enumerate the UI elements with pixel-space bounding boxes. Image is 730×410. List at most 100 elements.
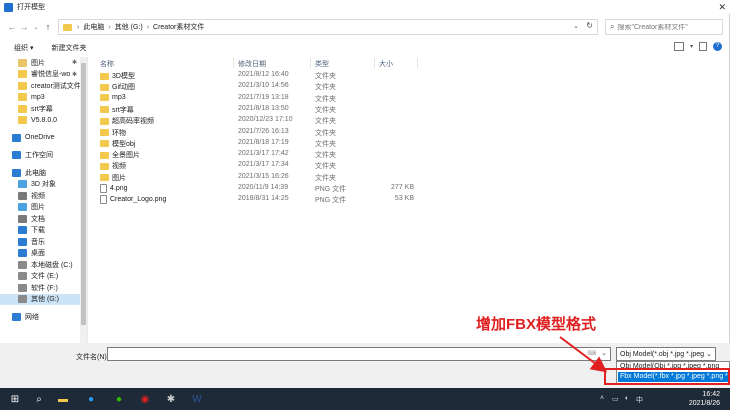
nav-item[interactable]: 音乐 [0,236,87,248]
new-folder-button[interactable]: 新建文件夹 [51,43,86,53]
file-explorer-icon[interactable]: ▬ [56,392,70,406]
search-input[interactable] [617,23,713,31]
column-type[interactable]: 类型 [315,59,329,69]
tray-chevron-icon[interactable]: ˄ [600,395,604,402]
file-row[interactable]: mp3 2021/7/19 13:18 文件夹 [90,93,730,104]
record-icon[interactable]: ◉ [138,392,152,406]
wechat-icon[interactable]: ● [112,392,126,406]
nav-item[interactable]: 工作空间 [0,150,87,162]
view-dropdown-icon[interactable]: ▾ [690,43,693,50]
column-name[interactable]: 名称 [100,59,114,69]
address-bar[interactable]: › 此电脑 › 其他 (G:) › Creator素材文件 ⌄ ↻ [58,19,598,35]
nav-item-label: srt字幕 [31,105,53,113]
nav-item[interactable]: srt字幕 [0,103,87,115]
search-icon[interactable]: ⌕ [32,392,46,406]
file-name: mp3 [112,93,126,101]
nav-item[interactable]: 软件 (F:) [0,282,87,294]
search-icon: ⌕ [610,22,615,31]
up-arrow-icon[interactable]: ↑ [42,22,54,32]
file-row[interactable]: 环物 2021/7/26 16:13 文件夹 [90,127,730,138]
navigation-pane: 图片 ✱ 睿悦信息-wo ✱ creator测试文件 mp3 srt字幕 V5.8.0.0 On… [0,57,88,343]
nav-item-label: 图片 [31,204,45,212]
word-icon[interactable]: W [190,392,204,406]
nav-item-label: 此电脑 [25,169,46,177]
nav-item[interactable]: 3D 对象 [0,179,87,191]
nav-item[interactable]: V5.8.0.0 [0,115,87,127]
file-row[interactable]: Creator_Logo.png 2018/8/31 14:25 PNG 文件 53 … [90,194,730,205]
nav-item[interactable]: 其他 (G:) [0,293,87,305]
column-size[interactable]: 大小 [379,59,393,69]
help-icon[interactable]: ? [713,42,722,51]
file-row[interactable]: 图片 2021/3/15 16:26 文件夹 [90,172,730,183]
start-icon[interactable]: ⊞ [8,392,22,406]
search-box[interactable]: ⌕ [605,19,723,35]
breadcrumb-drive-g[interactable]: 其他 (G:) [115,22,143,32]
file-type: 文件夹 [315,174,336,182]
nav-scrollbar[interactable] [80,57,87,343]
nav-item[interactable]: 本地磁盘 (C:) [0,259,87,271]
breadcrumb-creator-folder[interactable]: Creator素材文件 [153,22,204,32]
folder-icon [100,174,109,182]
nav-item-icon [12,168,21,177]
file-name-cell: srt字幕 [100,105,134,115]
nav-item[interactable]: 下载 [0,225,87,237]
nav-item[interactable]: 图片 ✱ [0,57,87,69]
volume-icon[interactable]: ◖ [624,395,628,402]
back-arrow-icon[interactable]: ← [6,22,18,32]
pin-icon: ✱ [71,71,77,78]
nav-item[interactable]: 此电脑 [0,167,87,179]
close-icon[interactable]: ✕ [718,2,726,13]
nav-item[interactable]: mp3 [0,92,87,104]
nav-item[interactable]: 网络 [0,311,87,323]
forward-arrow-icon[interactable]: → [18,22,30,32]
nav-item[interactable]: 图片 [0,202,87,214]
file-row[interactable]: 模型obj 2021/8/18 17:19 文件夹 [90,138,730,149]
network-icon[interactable]: ▭ [612,395,619,403]
file-name: Gif动图 [112,84,135,92]
file-row[interactable]: srt字幕 2021/8/18 13:50 文件夹 [90,104,730,115]
file-row[interactable]: Gif动图 2021/3/10 14:56 文件夹 [90,81,730,92]
chevron-down-icon[interactable]: ⌄ [706,350,712,358]
nav-item[interactable]: 视频 [0,190,87,202]
nav-item-icon [18,295,27,304]
nav-item-label: 视频 [31,192,45,200]
filename-label: 文件名(N): [76,354,109,361]
file-row[interactable]: 3D模型 2021/8/12 16:40 文件夹 [90,70,730,81]
nav-item[interactable]: 桌面 [0,248,87,260]
nav-scrollbar-thumb[interactable] [81,63,86,325]
breadcrumb-this-pc[interactable]: 此电脑 [83,22,104,32]
open-model-dialog: 打开模型 ✕ ← → ⌄ ↑ › 此电脑 › 其他 (G:) › Creator… [0,0,730,388]
view-mode-icon[interactable] [673,42,684,51]
app-icon[interactable]: ● [84,392,98,406]
nav-item[interactable]: OneDrive [0,132,87,144]
clock-date: 2021/8/26 [688,400,720,407]
nav-item-label: V5.8.0.0 [31,116,58,124]
folder-icon [100,140,109,148]
file-date: 2021/3/15 16:26 [238,172,289,180]
nav-item[interactable]: 文档 [0,213,87,225]
nav-item[interactable]: 睿悦信息-wo ✱ [0,69,87,81]
file-type-select[interactable]: Obj Model(*.obj *.jpg *.jpeg ⌄ [616,347,716,361]
settings-icon[interactable]: ✱ [164,392,178,406]
nav-item-label: 睿悦信息-wo [31,71,71,79]
file-row[interactable]: 全景图片 2021/3/17 17:42 文件夹 [90,149,730,160]
filename-input[interactable]: ⌨ ⌄ [107,347,611,361]
nav-item[interactable]: creator测试文件 [0,80,87,92]
preview-pane-icon[interactable] [699,42,707,51]
file-row[interactable]: 视频 2021/3/17 17:34 文件夹 [90,160,730,171]
chevron-down-icon[interactable]: ⌄ [601,349,607,357]
file-row[interactable]: 4.png 2020/11/9 14:39 PNG 文件 277 KB [90,183,730,194]
ime-icon[interactable]: 中 [636,395,643,405]
refresh-icon[interactable]: ↻ [586,21,593,30]
file-row[interactable]: 超高码率视频 2020/12/23 17:10 文件夹 [90,115,730,126]
pin-icon: ✱ [71,60,77,67]
nav-item[interactable]: 文件 (E:) [0,271,87,283]
column-date[interactable]: 修改日期 [238,59,266,69]
taskbar: ⊞ ⌕ ▬ ● ● ◉ ✱ W ˄ ▭ ◖ 中 16:42 2021/8/26 [0,388,730,410]
keyboard-icon[interactable]: ⌨ [587,350,596,357]
organize-menu[interactable]: 组织 ▾ [14,43,33,53]
history-chevron-icon[interactable]: ⌄ [30,24,42,31]
chevron-down-icon[interactable]: ⌄ [573,22,579,30]
system-clock[interactable]: 16:42 2021/8/26 [689,390,720,408]
png-file-icon [100,195,107,205]
